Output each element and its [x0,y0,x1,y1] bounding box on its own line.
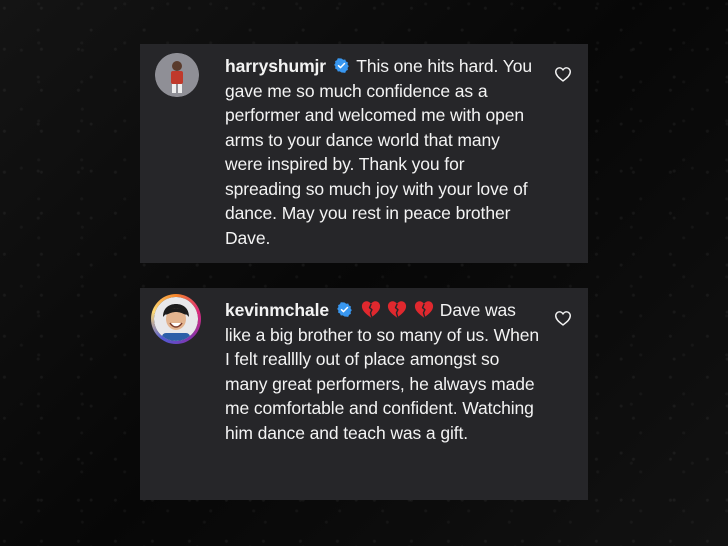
comment-card: kevinmchale Dave was like a big brother … [140,288,588,500]
avatar[interactable] [155,53,199,97]
username[interactable]: kevinmchale [225,300,329,320]
avatar-photo-icon [155,53,199,97]
comment-text: This one hits hard. You gave me so much … [225,56,532,248]
comment-text: Dave was like a big brother to so many o… [225,300,539,443]
avatar[interactable] [151,294,201,344]
username[interactable]: harryshumjr [225,56,326,76]
verified-badge-icon [336,302,352,317]
broken-heart-icon [414,301,434,318]
broken-heart-icon [388,301,407,318]
like-heart-icon[interactable] [554,66,572,82]
like-heart-icon[interactable] [554,310,572,326]
comment-text-block: harryshumjr This one hits hard. You gave… [225,54,540,250]
broken-heart-icon [361,301,380,318]
avatar-photo-icon [154,297,198,341]
comment-card: harryshumjr This one hits hard. You gave… [140,44,588,263]
verified-badge-icon [333,58,349,73]
comment-text-block: kevinmchale Dave was like a big brother … [225,298,540,445]
